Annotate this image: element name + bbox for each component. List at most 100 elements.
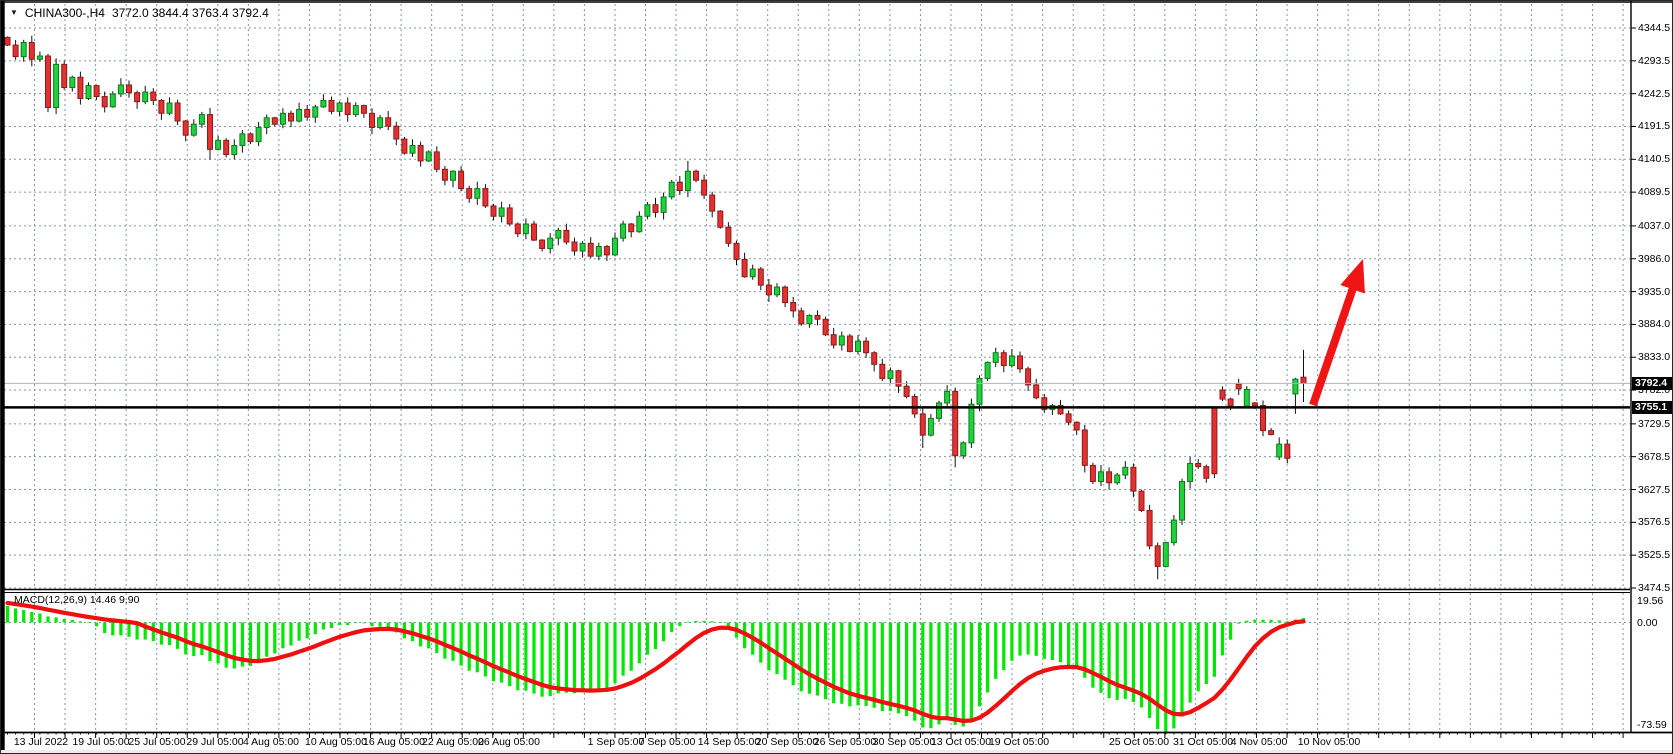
- macd-histogram-bar: [192, 623, 195, 657]
- macd-histogram-bar: [1010, 623, 1013, 661]
- chart-canvas[interactable]: [1, 1, 1673, 754]
- bear-candle: [491, 206, 496, 216]
- bull-candle: [596, 247, 601, 257]
- macd-histogram-bar: [1035, 623, 1038, 656]
- bull-candle: [1180, 481, 1185, 520]
- macd-histogram-bar: [1245, 621, 1248, 623]
- macd-histogram-bar: [38, 613, 41, 622]
- bear-candle: [224, 140, 229, 154]
- bull-candle: [264, 118, 269, 128]
- macd-histogram-bar: [111, 623, 114, 636]
- current-price-badge: 3792.4: [1632, 377, 1673, 390]
- macd-histogram-bar: [484, 623, 487, 677]
- macd-histogram-bar: [897, 623, 900, 714]
- macd-histogram-bar: [954, 623, 957, 725]
- price-axis-label: 4089.5: [1638, 186, 1670, 198]
- time-axis-label: 26 Aug 05:00: [463, 736, 555, 748]
- price-axis-label: 3474.5: [1638, 582, 1670, 594]
- chevron-down-icon[interactable]: ▼: [10, 8, 18, 18]
- macd-histogram-bar: [1229, 623, 1232, 640]
- macd-histogram-bar: [1197, 623, 1200, 692]
- macd-histogram-bar: [200, 623, 203, 656]
- macd-histogram-bar: [784, 623, 787, 680]
- macd-histogram-bar: [881, 623, 884, 712]
- bear-candle: [766, 285, 771, 295]
- chart-title: ▼ CHINA300-,H4 3772.0 3844.4 3763.4 3792…: [10, 5, 269, 20]
- bear-candle: [361, 106, 366, 114]
- macd-histogram-bar: [492, 623, 495, 682]
- bull-candle: [378, 118, 383, 128]
- macd-histogram-bar: [670, 623, 673, 632]
- macd-histogram-bar: [832, 623, 835, 704]
- macd-histogram-bar: [298, 623, 301, 641]
- macd-histogram-bar: [686, 622, 689, 623]
- bear-candle: [135, 93, 140, 102]
- bear-candle: [1026, 369, 1031, 385]
- macd-histogram-bar: [330, 623, 333, 628]
- macd-histogram-bar: [775, 623, 778, 675]
- macd-histogram-bar: [873, 623, 876, 708]
- bear-candle: [540, 240, 545, 248]
- bear-candle: [1204, 467, 1209, 479]
- bear-candle: [1107, 472, 1112, 483]
- macd-histogram-bar: [889, 623, 892, 712]
- macd-histogram-bar: [1067, 623, 1070, 666]
- price-axis-label: 3729.5: [1638, 418, 1670, 430]
- price-axis-label: 4344.5: [1638, 22, 1670, 34]
- macd-histogram-bar: [1237, 623, 1240, 624]
- bear-candle: [183, 121, 188, 135]
- bull-candle: [775, 287, 780, 295]
- macd-histogram-bar: [46, 616, 49, 622]
- macd-histogram-bar: [516, 623, 519, 691]
- bear-candle: [864, 341, 869, 353]
- macd-histogram-bar: [1156, 623, 1159, 730]
- macd-histogram-bar: [1221, 623, 1224, 656]
- macd-histogram-bar: [929, 623, 932, 729]
- time-axis[interactable]: 13 Jul 202219 Jul 05:0025 Jul 05:0029 Ju…: [1, 732, 1673, 754]
- price-axis-label: 4242.5: [1638, 88, 1670, 100]
- bull-candle: [410, 145, 415, 153]
- bear-candle: [507, 208, 512, 224]
- bear-candle: [604, 247, 609, 255]
- bull-candle: [1099, 472, 1104, 482]
- price-axis[interactable]: 4344.54293.54242.54191.54140.54089.54037…: [1631, 1, 1673, 732]
- macd-histogram-bar: [451, 623, 454, 661]
- bear-candle: [564, 230, 569, 242]
- bull-candle: [297, 109, 302, 121]
- macd-histogram-bar: [119, 623, 122, 636]
- macd-histogram-bar: [1043, 623, 1046, 659]
- bear-candle: [1269, 431, 1274, 435]
- macd-histogram-bar: [217, 623, 220, 664]
- bull-candle: [661, 197, 666, 212]
- bear-candle: [1147, 510, 1152, 545]
- macd-histogram-bar: [792, 623, 795, 686]
- bull-candle: [1293, 379, 1298, 394]
- macd-histogram-bar: [354, 623, 357, 624]
- macd-histogram-bar: [816, 623, 819, 696]
- bull-candle: [240, 134, 245, 146]
- bull-candle: [961, 443, 966, 456]
- bull-candle: [928, 418, 933, 435]
- macd-histogram-bar: [1270, 620, 1273, 623]
- bear-candle: [370, 113, 375, 127]
- macd-histogram-bar: [1205, 623, 1208, 685]
- bear-candle: [159, 100, 164, 113]
- macd-histogram-bar: [1180, 623, 1183, 717]
- macd-histogram-bar: [962, 623, 965, 727]
- macd-histogram-bar: [208, 623, 211, 662]
- bull-candle: [548, 238, 553, 248]
- bear-candle: [345, 103, 350, 115]
- bull-candle: [807, 315, 812, 323]
- bear-candle: [1034, 385, 1039, 398]
- macd-histogram-bar: [338, 623, 341, 626]
- macd-histogram-bar: [1253, 620, 1256, 623]
- bear-candle: [62, 64, 67, 87]
- bear-candle: [515, 224, 520, 234]
- bear-candle: [483, 189, 488, 206]
- bear-candle: [289, 113, 294, 121]
- bull-candle: [499, 208, 504, 216]
- macd-histogram-bar: [257, 623, 260, 663]
- bull-candle: [280, 113, 285, 124]
- bear-candle: [127, 85, 132, 93]
- price-axis-label: 3935.0: [1638, 286, 1670, 298]
